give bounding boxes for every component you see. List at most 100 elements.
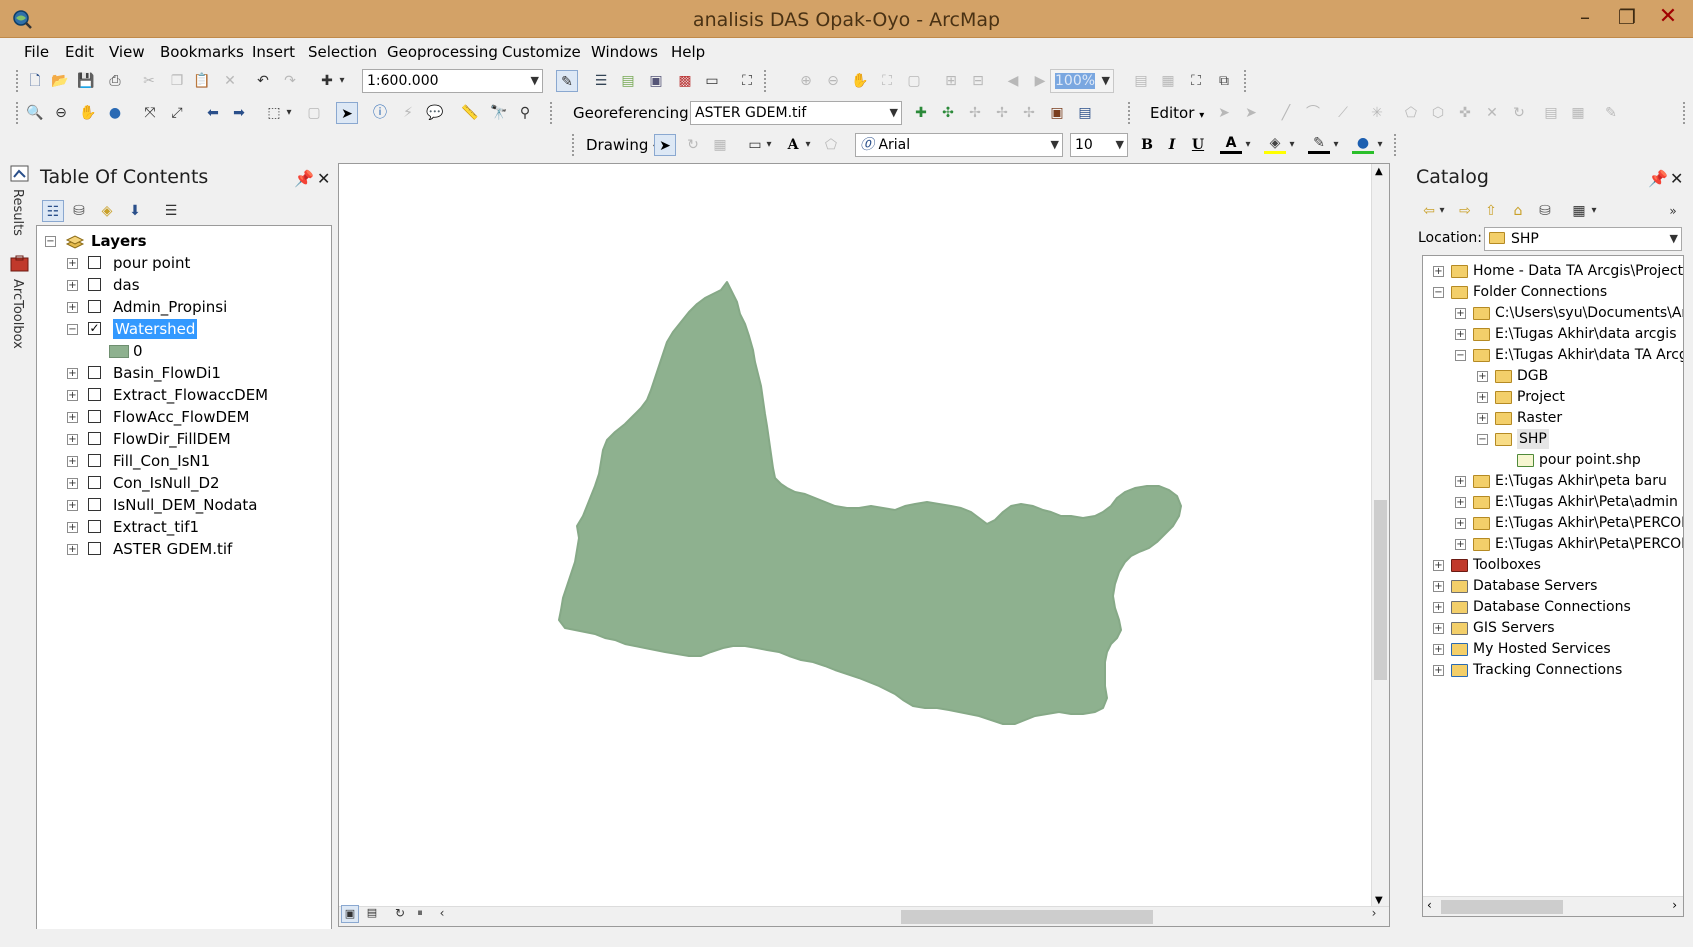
model-builder-icon[interactable]: ⛶ bbox=[736, 70, 758, 92]
cut-polygons-icon[interactable]: ✜ bbox=[1454, 102, 1476, 124]
expand-icon[interactable]: + bbox=[1433, 665, 1444, 676]
attributes-icon[interactable]: ▤ bbox=[1540, 102, 1562, 124]
layout-pan-icon[interactable]: ✋ bbox=[849, 70, 871, 92]
layout-view-icon[interactable]: ▤ bbox=[363, 905, 381, 923]
map-vertical-scrollbar[interactable]: ▲ ▼ bbox=[1371, 164, 1389, 908]
list-by-drawing-order-icon[interactable]: ☷ bbox=[42, 200, 64, 222]
create-features-icon[interactable]: ✎ bbox=[1600, 102, 1622, 124]
expand-icon[interactable]: + bbox=[67, 368, 78, 379]
map-canvas[interactable] bbox=[339, 164, 1371, 908]
georeference-layer-combo[interactable]: ASTER GDEM.tif ▼ bbox=[690, 101, 902, 125]
menu-customize[interactable]: Customize bbox=[502, 43, 581, 61]
viewer-icon[interactable]: ▤ bbox=[1074, 102, 1096, 124]
back-extent-layout-icon[interactable]: ◀ bbox=[1002, 70, 1024, 92]
back-dropdown-icon[interactable]: ▾ bbox=[1436, 200, 1448, 222]
collapse-icon[interactable]: − bbox=[1477, 434, 1488, 445]
edit-vertices-drawing-icon[interactable]: ⬠ bbox=[820, 134, 842, 156]
redo-icon[interactable]: ↷ bbox=[279, 70, 301, 92]
catalog-views-icon[interactable]: ▦ bbox=[1568, 200, 1590, 222]
toggle-draft-mode-icon[interactable]: ▤ bbox=[1130, 70, 1152, 92]
add-data-icon[interactable]: ✚ bbox=[316, 70, 338, 92]
clear-selection-icon[interactable]: ▢ bbox=[303, 102, 325, 124]
expand-icon[interactable]: + bbox=[1477, 413, 1488, 424]
toc-options-icon[interactable]: ☰ bbox=[160, 200, 182, 222]
fixed-zoom-in-map-icon[interactable]: ⤧ bbox=[139, 102, 161, 124]
italic-button[interactable]: I bbox=[1161, 134, 1183, 156]
close-button[interactable]: ✕ bbox=[1648, 4, 1688, 30]
sketch-properties-icon[interactable]: ▦ bbox=[1567, 102, 1589, 124]
catalog-horizontal-scrollbar[interactable]: ‹ › bbox=[1423, 896, 1683, 916]
delete-icon[interactable]: ✕ bbox=[219, 70, 241, 92]
toolbar-grip[interactable] bbox=[1244, 70, 1248, 92]
fixed-zoom-in-icon[interactable]: ⊞ bbox=[940, 70, 962, 92]
edit-annotation-icon[interactable]: ➤ bbox=[1240, 102, 1262, 124]
expand-icon[interactable]: + bbox=[1455, 308, 1466, 319]
drawing-menu[interactable]: Drawing ▾ bbox=[586, 136, 658, 154]
expand-icon[interactable]: + bbox=[1433, 581, 1444, 592]
layer-visibility-checkbox[interactable]: ✓ bbox=[88, 322, 101, 335]
auto-adjust-icon[interactable]: ✣ bbox=[937, 102, 959, 124]
toolbar-grip[interactable] bbox=[764, 70, 768, 92]
menu-geoprocessing[interactable]: Geoprocessing bbox=[387, 43, 498, 61]
line-color-dropdown-icon[interactable]: ▾ bbox=[1330, 134, 1342, 156]
python-window-icon[interactable]: ▭ bbox=[701, 70, 723, 92]
line-color-icon[interactable]: ✎ bbox=[1308, 134, 1330, 154]
scroll-right-icon[interactable]: › bbox=[1365, 905, 1383, 923]
scale-icon[interactable]: ✢ bbox=[1018, 102, 1040, 124]
layer-visibility-checkbox[interactable] bbox=[88, 278, 101, 291]
marker-color-dropdown-icon[interactable]: ▾ bbox=[1374, 134, 1386, 156]
expand-icon[interactable]: + bbox=[1433, 602, 1444, 613]
fixed-zoom-out-icon[interactable]: ⊟ bbox=[967, 70, 989, 92]
expand-icon[interactable]: + bbox=[1455, 329, 1466, 340]
toolbar-grip[interactable] bbox=[1128, 102, 1132, 124]
straight-segment-icon[interactable]: ╱ bbox=[1275, 102, 1297, 124]
add-data-dropdown-icon[interactable]: ▾ bbox=[336, 70, 348, 92]
focus-data-frame-icon[interactable]: ▦ bbox=[1157, 70, 1179, 92]
pin-icon[interactable]: 📌 bbox=[294, 169, 314, 188]
expand-icon[interactable]: + bbox=[67, 302, 78, 313]
go-back-icon[interactable]: ⬅ bbox=[202, 102, 224, 124]
reshape-icon[interactable]: ⬡ bbox=[1427, 102, 1449, 124]
find-route-icon[interactable]: ⚲ bbox=[514, 102, 536, 124]
text-dropdown-icon[interactable]: ▾ bbox=[802, 134, 814, 156]
split-icon[interactable]: ✕ bbox=[1481, 102, 1503, 124]
scroll-left-icon[interactable]: ‹ bbox=[433, 905, 451, 923]
data-driven-pages-icon[interactable]: ⧉ bbox=[1213, 70, 1235, 92]
layer-visibility-checkbox[interactable] bbox=[88, 520, 101, 533]
menu-file[interactable]: File bbox=[24, 43, 49, 61]
layer-visibility-checkbox[interactable] bbox=[88, 300, 101, 313]
fill-color-icon[interactable]: ◈ bbox=[1264, 134, 1286, 154]
watershed-polygon[interactable] bbox=[558, 281, 1182, 725]
expand-icon[interactable]: + bbox=[67, 500, 78, 511]
fill-color-dropdown-icon[interactable]: ▾ bbox=[1286, 134, 1298, 156]
expand-icon[interactable]: + bbox=[1455, 476, 1466, 487]
trace-icon[interactable]: ⟋ bbox=[1332, 102, 1354, 124]
font-name-combo[interactable]: ⓪ Arial ▼ bbox=[855, 133, 1063, 157]
rotate-element-icon[interactable]: ↻ bbox=[682, 134, 704, 156]
zoom-out-icon[interactable]: ⊖ bbox=[50, 102, 72, 124]
pin-icon[interactable]: 📌 bbox=[1648, 169, 1668, 188]
views-dropdown-icon[interactable]: ▾ bbox=[1588, 200, 1600, 222]
marker-color-icon[interactable]: ● bbox=[1352, 134, 1374, 154]
zoom-in-fixed-icon[interactable]: ⊕ bbox=[795, 70, 817, 92]
identify-icon[interactable]: ⓘ bbox=[369, 102, 391, 124]
menu-insert[interactable]: Insert bbox=[252, 43, 295, 61]
menu-windows[interactable]: Windows bbox=[591, 43, 658, 61]
menu-edit[interactable]: Edit bbox=[65, 43, 94, 61]
layer-visibility-checkbox[interactable] bbox=[88, 454, 101, 467]
rotate-edit-icon[interactable]: ↻ bbox=[1508, 102, 1530, 124]
edit-vertices-icon[interactable]: ⬠ bbox=[1400, 102, 1422, 124]
font-color-dropdown-icon[interactable]: ▾ bbox=[1242, 134, 1254, 156]
measure-icon[interactable]: 📏 bbox=[459, 102, 481, 124]
data-view-icon[interactable]: ▣ bbox=[341, 905, 359, 923]
map-view[interactable]: ▲ ▼ ▣ ▤ ↻ ⏸ ‹ › bbox=[338, 163, 1390, 927]
new-document-icon[interactable]: 🗋 bbox=[24, 70, 46, 92]
arctoolbox-tab[interactable]: ArcToolbox bbox=[10, 279, 25, 349]
collapse-icon[interactable]: − bbox=[67, 324, 78, 335]
menu-bookmarks[interactable]: Bookmarks bbox=[160, 43, 244, 61]
expand-icon[interactable]: + bbox=[1455, 539, 1466, 550]
zoom-whole-page-icon[interactable]: ⛶ bbox=[876, 70, 898, 92]
shift-icon[interactable]: ✢ bbox=[991, 102, 1013, 124]
toolbar-grip[interactable] bbox=[16, 102, 20, 124]
up-one-level-icon[interactable]: ⇧ bbox=[1480, 200, 1502, 222]
